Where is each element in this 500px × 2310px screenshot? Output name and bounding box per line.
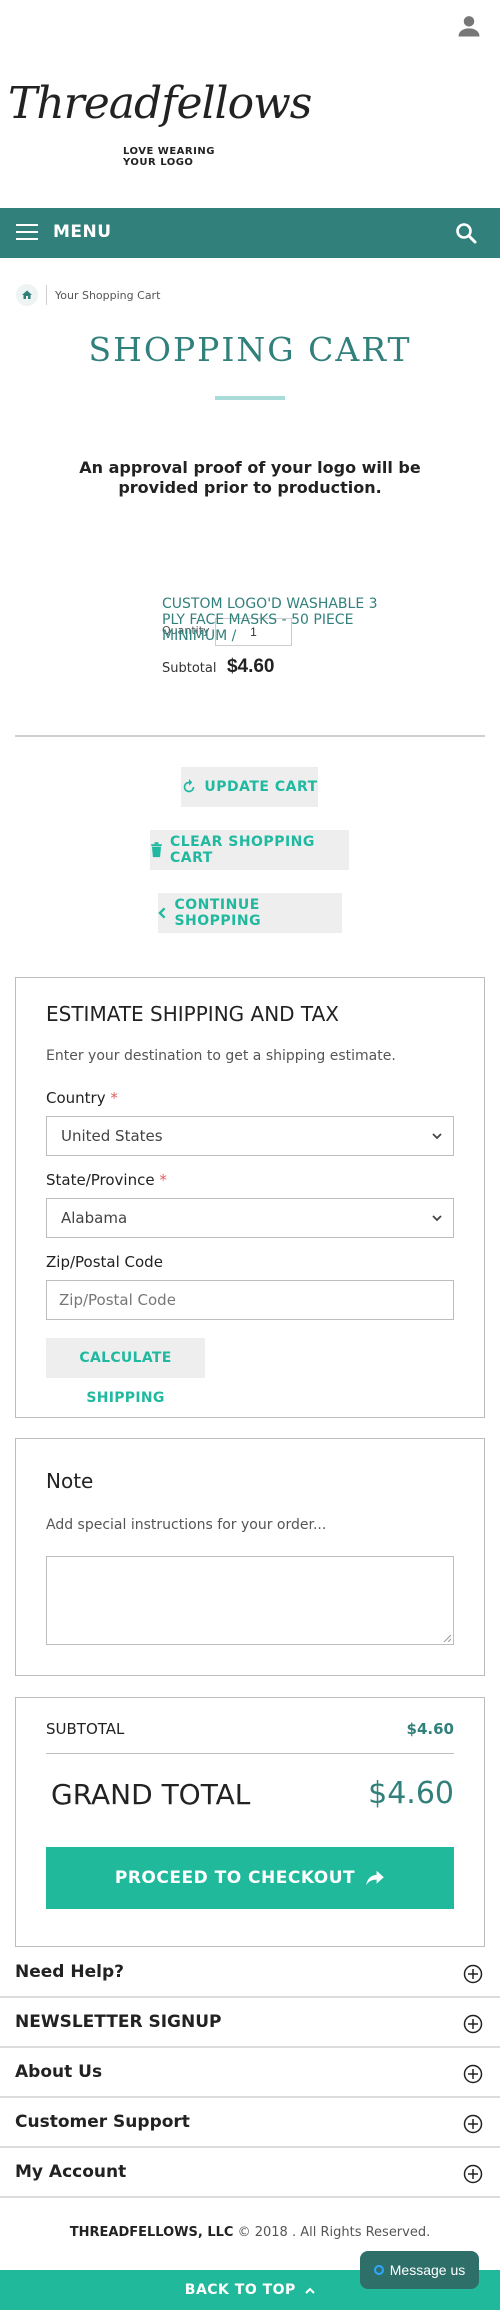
plus-circle-icon — [463, 2164, 483, 2184]
continue-shopping-label: CONTINUE SHOPPING — [174, 897, 262, 929]
clear-cart-label: CLEAR SHOPPING CART — [169, 834, 315, 866]
state-value: Alabama — [61, 1209, 128, 1227]
search-icon[interactable] — [454, 221, 478, 245]
note-panel: Note Add special instructions for your o… — [15, 1438, 485, 1676]
title-underline — [215, 396, 285, 400]
logo-tagline: LOVE WEARING YOUR LOGO — [123, 146, 215, 168]
country-value: United States — [61, 1127, 163, 1145]
required-mark: * — [159, 1171, 167, 1189]
footer-section-label: Need Help? — [15, 1962, 124, 1982]
update-cart-label: UPDATE CART — [204, 779, 318, 795]
breadcrumb-current: Your Shopping Cart — [55, 288, 161, 302]
note-description: Add special instructions for your order.… — [46, 1517, 327, 1533]
footer-copyright: THREADFELLOWS, LLC © 2018 . All Rights R… — [0, 2225, 500, 2240]
plus-circle-icon — [463, 2064, 483, 2084]
zip-input[interactable]: Zip/Postal Code — [46, 1280, 454, 1320]
update-cart-button[interactable]: UPDATE CART — [181, 767, 318, 807]
divider — [15, 735, 485, 737]
totals-subtotal-value: $4.60 — [406, 1720, 454, 1738]
footer-section-need-help[interactable]: Need Help? — [0, 1948, 500, 1998]
calculate-shipping-button[interactable]: CALCULATE SHIPPING — [46, 1338, 205, 1406]
chevron-down-icon — [432, 1133, 442, 1140]
item-subtotal: Subtotal $4.60 — [162, 656, 274, 678]
message-us-button[interactable]: Message us — [360, 2251, 479, 2289]
chevron-left-icon — [158, 907, 166, 919]
shipping-description: Enter your destination to get a shipping… — [46, 1048, 396, 1064]
footer-section-newsletter[interactable]: NEWSLETTER SIGNUP — [0, 1998, 500, 2048]
logo[interactable]: Threadfellows LOVE WEARING YOUR LOGO — [8, 78, 312, 168]
state-label: State/Province * — [46, 1171, 167, 1189]
required-mark: * — [110, 1089, 118, 1107]
clear-cart-button[interactable]: CLEAR SHOPPING CART — [150, 830, 349, 870]
footer-section-customer-support[interactable]: Customer Support — [0, 2098, 500, 2148]
message-us-label: Message us — [389, 2262, 466, 2278]
shipping-heading: ESTIMATE SHIPPING AND TAX — [46, 1002, 339, 1026]
nav-bar: MENU — [0, 208, 500, 258]
footer-section-label: NEWSLETTER SIGNUP — [15, 2012, 222, 2032]
note-heading: Note — [46, 1469, 94, 1493]
zip-label: Zip/Postal Code — [46, 1253, 163, 1271]
footer-section-about-us[interactable]: About Us — [0, 2048, 500, 2098]
menu-button[interactable]: MENU — [53, 222, 112, 242]
item-name-link[interactable]: CUSTOM LOGO'D WASHABLE 3 PLY FACE MASKS … — [162, 596, 402, 644]
cart-item: Quantity 1 CUSTOM LOGO'D WASHABLE 3 PLY … — [162, 596, 402, 677]
breadcrumb-separator — [46, 285, 47, 305]
logo-text: Threadfellows — [8, 78, 312, 129]
proceed-to-checkout-button[interactable]: PROCEED TO CHECKOUT — [46, 1847, 454, 1909]
shipping-estimate-panel: ESTIMATE SHIPPING AND TAX Enter your des… — [15, 977, 485, 1418]
plus-circle-icon — [463, 1964, 483, 1984]
user-icon[interactable] — [455, 12, 483, 40]
footer-section-label: My Account — [15, 2162, 127, 2182]
order-totals-panel: SUBTOTAL $4.60 GRAND TOTAL $4.60 PROCEED… — [15, 1697, 485, 1947]
trash-icon — [151, 842, 162, 858]
chevron-down-icon — [432, 1215, 442, 1222]
item-subtotal-label: Subtotal — [162, 661, 217, 676]
country-label: Country * — [46, 1089, 118, 1107]
totals-subtotal-row: SUBTOTAL $4.60 — [46, 1720, 454, 1744]
totals-subtotal-label: SUBTOTAL — [46, 1720, 125, 1738]
chevron-up-icon — [305, 2287, 315, 2294]
footer-section-my-account[interactable]: My Account — [0, 2148, 500, 2198]
refresh-icon — [184, 779, 195, 793]
plus-circle-icon — [463, 2014, 483, 2034]
home-icon[interactable] — [16, 284, 38, 306]
approval-notice: An approval proof of your logo will be p… — [79, 458, 421, 497]
continue-shopping-button[interactable]: CONTINUE SHOPPING — [158, 893, 342, 933]
country-select[interactable]: United States — [46, 1116, 454, 1156]
state-select[interactable]: Alabama — [46, 1198, 454, 1238]
chat-status-icon — [373, 2265, 384, 2275]
page-title: SHOPPING CART — [88, 330, 412, 369]
hamburger-icon[interactable] — [16, 224, 38, 242]
totals-divider — [46, 1753, 454, 1754]
company-name: THREADFELLOWS, LLC — [69, 2225, 234, 2240]
checkout-label: PROCEED TO CHECKOUT — [114, 1868, 356, 1888]
note-textarea[interactable] — [46, 1556, 454, 1645]
breadcrumb: Your Shopping Cart — [16, 284, 160, 306]
copyright-text: © 2018 . All Rights Reserved. — [237, 2225, 431, 2240]
grand-total-label: GRAND TOTAL — [51, 1778, 251, 1811]
footer-section-label: Customer Support — [15, 2112, 190, 2132]
grand-total-value: $4.60 — [368, 1776, 454, 1811]
footer-section-label: About Us — [15, 2062, 103, 2082]
plus-circle-icon — [463, 2114, 483, 2134]
share-arrow-icon — [366, 1870, 384, 1886]
resize-handle-icon[interactable] — [443, 1634, 451, 1642]
item-subtotal-value: $4.60 — [226, 656, 275, 677]
